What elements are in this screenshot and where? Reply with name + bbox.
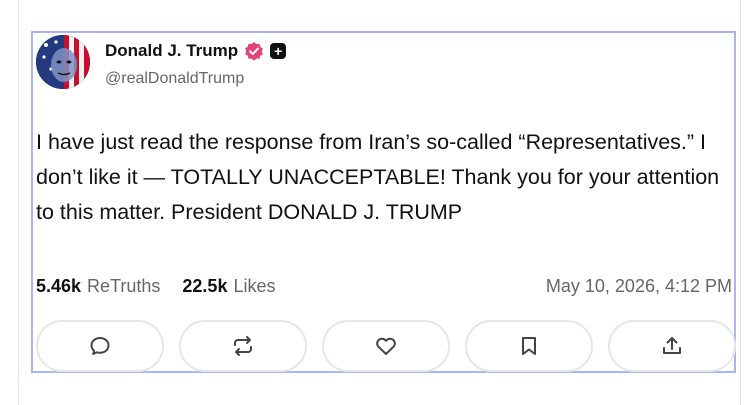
bookmark-button[interactable] — [465, 320, 593, 372]
retruth-icon — [234, 336, 252, 356]
share-button[interactable] — [608, 320, 736, 372]
post-text: I have just read the response from Iran’… — [36, 130, 720, 224]
like-button[interactable] — [322, 320, 450, 372]
reply-icon — [90, 337, 110, 355]
likes-label[interactable]: Likes — [233, 276, 275, 297]
share-icon — [663, 337, 681, 354]
post-card[interactable]: Donald J. Trump + @realDonaldTrump I hav… — [31, 31, 736, 373]
post-stats: 5.46k ReTruths 22.5k Likes — [36, 276, 275, 297]
retruth-button[interactable] — [179, 320, 307, 372]
right-divider — [740, 0, 741, 405]
avatar[interactable] — [36, 35, 90, 89]
author-name[interactable]: Donald J. Trump — [105, 41, 238, 61]
verified-badge-icon — [244, 41, 264, 61]
reply-button[interactable] — [36, 320, 164, 372]
bookmark-icon — [522, 337, 536, 355]
left-divider — [18, 0, 19, 405]
post-timestamp[interactable]: May 10, 2026, 4:12 PM — [546, 276, 732, 297]
likes-count[interactable]: 22.5k — [182, 276, 227, 297]
retruths-count[interactable]: 5.46k — [36, 276, 81, 297]
retruths-label[interactable]: ReTruths — [87, 276, 160, 297]
author-handle[interactable]: @realDonaldTrump — [105, 70, 244, 88]
plus-badge-icon: + — [270, 43, 287, 59]
action-bar — [36, 320, 736, 372]
like-icon — [376, 337, 396, 355]
